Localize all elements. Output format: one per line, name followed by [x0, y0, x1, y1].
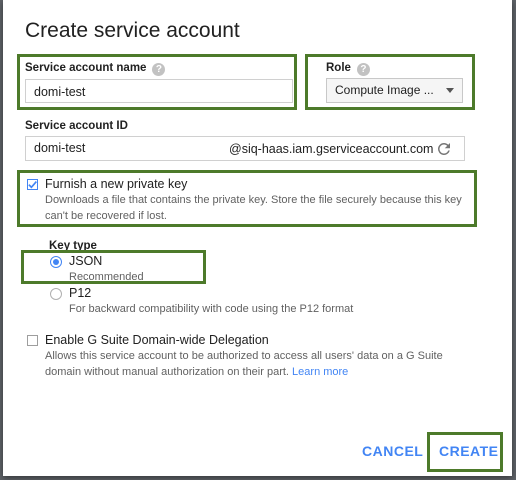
service-account-id-value: domi-test: [34, 141, 86, 155]
service-account-id-label: Service account ID: [25, 120, 128, 132]
highlight-box-json: [21, 250, 206, 284]
dialog-title: Create service account: [25, 19, 240, 42]
gsuite-delegation-description-text: domain without manual authorization on t…: [45, 366, 289, 378]
p12-radio[interactable]: [50, 288, 62, 300]
gsuite-delegation-description-2: domain without manual authorization on t…: [45, 364, 348, 380]
highlight-box-service-account-name: [17, 54, 297, 110]
highlight-box-furnish-key: [17, 170, 477, 227]
gsuite-delegation-label: Enable G Suite Domain-wide Delegation: [45, 333, 269, 347]
create-service-account-dialog: Create service account Service account n…: [3, 0, 512, 476]
gsuite-delegation-description-1: Allows this service account to be author…: [45, 350, 443, 362]
service-account-id-suffix: @siq-haas.iam.gserviceaccount.com: [229, 142, 434, 156]
gsuite-delegation-checkbox[interactable]: [27, 335, 38, 346]
p12-option-note: For backward compatibility with code usi…: [69, 303, 354, 315]
p12-option-label: P12: [69, 286, 92, 300]
learn-more-link[interactable]: Learn more: [292, 366, 348, 378]
highlight-box-create: [427, 432, 503, 472]
cancel-button[interactable]: CANCEL: [362, 443, 423, 459]
refresh-icon[interactable]: [435, 140, 453, 158]
highlight-box-role: [305, 54, 475, 110]
